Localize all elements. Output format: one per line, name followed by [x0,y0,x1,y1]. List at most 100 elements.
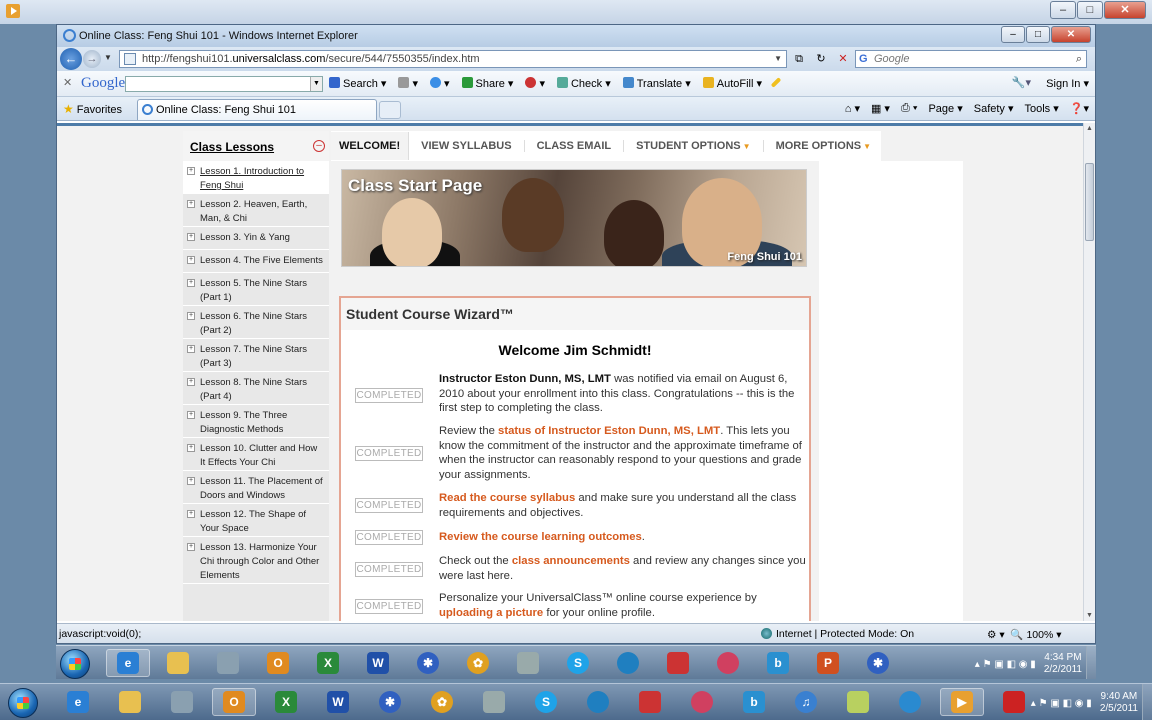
highlight-button[interactable] [770,77,782,90]
expand-icon[interactable]: + [187,477,195,485]
lesson-item[interactable]: + Lesson 12. The Shape of Your Space [183,504,329,537]
google-plus-button[interactable]: ▾ [429,77,450,90]
refresh-icon[interactable]: ↻ [813,51,829,67]
lesson-item[interactable]: + Lesson 2. Heaven, Earth, Man, & Chi [183,194,329,227]
vertical-scrollbar[interactable]: ▲ ▼ [1083,123,1095,621]
google-search-button[interactable]: Search ▾ [329,77,386,90]
host-show-desktop-button[interactable] [1142,684,1152,720]
host-skype[interactable]: S [524,688,568,716]
taskbar-skype[interactable]: S [556,649,600,677]
tab-view-syllabus[interactable]: VIEW SYLLABUS [409,140,525,152]
compatibility-icon[interactable]: ⧉ [791,51,807,67]
search-icon[interactable]: ⌕ [1076,51,1082,67]
expand-icon[interactable]: + [187,167,195,175]
lesson-item[interactable]: + Lesson 3. Yin & Yang [183,227,329,250]
close-toolbar-icon[interactable]: ✕ [63,76,72,89]
expand-icon[interactable]: + [187,444,195,452]
host-app-b[interactable]: b [732,688,776,716]
sidebar-title[interactable]: Class Lessons [190,140,274,154]
expand-icon[interactable]: + [187,411,195,419]
expand-icon[interactable]: + [187,345,195,353]
taskbar-pdf[interactable] [656,649,700,677]
close-button[interactable]: ✕ [1104,1,1146,19]
host-tray-icons[interactable]: ▴ ⚑ ▣ ◧ ◉ ▮ [1031,698,1092,709]
autofill-button[interactable]: AutoFill ▾ [702,77,762,90]
lesson-item[interactable]: + Lesson 13. Harmonize Your Chi through C… [183,537,329,584]
course-syllabus-link[interactable]: Read the course syllabus [439,492,575,504]
taskbar-app-b[interactable]: b [756,649,800,677]
taskbar-excel[interactable]: X [306,649,350,677]
expand-icon[interactable]: + [187,312,195,320]
taskbar-att[interactable] [606,649,650,677]
expand-icon[interactable]: + [187,200,195,208]
host-handshake[interactable] [160,688,204,716]
taskbar-scanner[interactable] [506,649,550,677]
host-quicktime[interactable] [888,688,932,716]
lesson-item[interactable]: + Lesson 4. The Five Elements [183,250,329,273]
tools-menu[interactable]: Tools ▾ [1025,102,1059,115]
collapse-icon[interactable]: – [313,140,325,152]
host-player[interactable]: ▶ [940,688,984,716]
favorites-button[interactable]: ★ Favorites [63,102,122,116]
show-desktop-button[interactable] [1086,646,1096,679]
minimize-button[interactable]: – [1050,1,1076,19]
scroll-thumb[interactable] [1085,163,1094,241]
host-att[interactable] [576,688,620,716]
share-button[interactable]: Share ▾ [461,77,513,90]
tab-class-email[interactable]: CLASS EMAIL [525,140,625,152]
taskbar-snowflake-2[interactable]: ✱ [856,649,900,677]
lesson-item[interactable]: + Lesson 11. The Placement of Doors and W… [183,471,329,504]
taskbar-snowflake[interactable]: ✱ [406,649,450,677]
back-button[interactable]: ← [60,48,82,70]
google-bookmarks-button[interactable]: ▾ [398,77,418,90]
search-box[interactable]: G Google ⌕ [855,50,1087,68]
help-button[interactable]: ❓▾ [1070,102,1089,115]
tab-more-options[interactable]: MORE OPTIONS ▼ [764,140,883,152]
start-button[interactable] [60,649,90,679]
host-scanner[interactable] [472,688,516,716]
translate-button[interactable]: Translate ▾ [622,77,691,90]
lesson-item[interactable]: + Lesson 6. The Nine Stars (Part 2) [183,306,329,339]
host-word[interactable]: W [316,688,360,716]
expand-icon[interactable]: + [187,543,195,551]
lesson-item[interactable]: + Lesson 8. The Nine Stars (Part 4) [183,372,329,405]
remote-clock[interactable]: 4:34 PM 2/2/2011 [1044,652,1082,676]
home-button[interactable]: ⌂ ▾ [845,102,860,115]
lesson-item[interactable]: + Lesson 1. Introduction to Feng Shui [183,161,329,194]
host-recorder[interactable] [992,688,1036,716]
upload-picture-link[interactable]: uploading a picture [439,607,543,619]
taskbar-outlook[interactable]: O [256,649,300,677]
taskbar-ie[interactable]: e [106,649,150,677]
google-search-dropdown-icon[interactable]: ▼ [310,77,322,91]
tab-online-class[interactable]: Online Class: Feng Shui 101 [137,99,377,120]
instructor-status-link[interactable]: status of Instructor Eston Dunn, MS, LMT [498,425,720,437]
tab-welcome[interactable]: WELCOME! [331,132,410,160]
expand-icon[interactable]: + [187,233,195,241]
expand-icon[interactable]: + [187,256,195,264]
host-flower[interactable]: ✿ [420,688,464,716]
host-excel[interactable]: X [264,688,308,716]
popup-blocker-button[interactable]: ▾ [525,77,545,90]
host-explorer[interactable] [108,688,152,716]
taskbar-word[interactable]: W [356,649,400,677]
expand-icon[interactable]: + [187,510,195,518]
tray-icons[interactable]: ▴ ⚑ ▣ ◧ ◉ ▮ [975,659,1036,670]
address-bar[interactable]: http://fengshui101.universalclass.com/se… [119,50,787,68]
wrench-icon[interactable]: 🔧▾ [1012,76,1031,89]
lesson-item[interactable]: + Lesson 5. The Nine Stars (Part 1) [183,273,329,306]
forward-button[interactable]: → [83,50,101,68]
address-dropdown-icon[interactable]: ▼ [774,51,782,67]
host-chat[interactable] [680,688,724,716]
host-itunes[interactable]: ♫ [784,688,828,716]
host-start-button[interactable] [8,688,38,718]
expand-icon[interactable]: + [187,378,195,386]
google-search-input[interactable]: ▼ [125,76,323,92]
browser-close-button[interactable]: ✕ [1051,26,1091,43]
taskbar-flower[interactable]: ✿ [456,649,500,677]
browser-minimize-button[interactable]: – [1001,26,1025,43]
scroll-down-icon[interactable]: ▼ [1086,612,1093,619]
host-pdf[interactable] [628,688,672,716]
taskbar-explorer[interactable] [156,649,200,677]
host-ie[interactable]: e [56,688,100,716]
feeds-icon[interactable]: ▦ ▾ [871,102,890,115]
